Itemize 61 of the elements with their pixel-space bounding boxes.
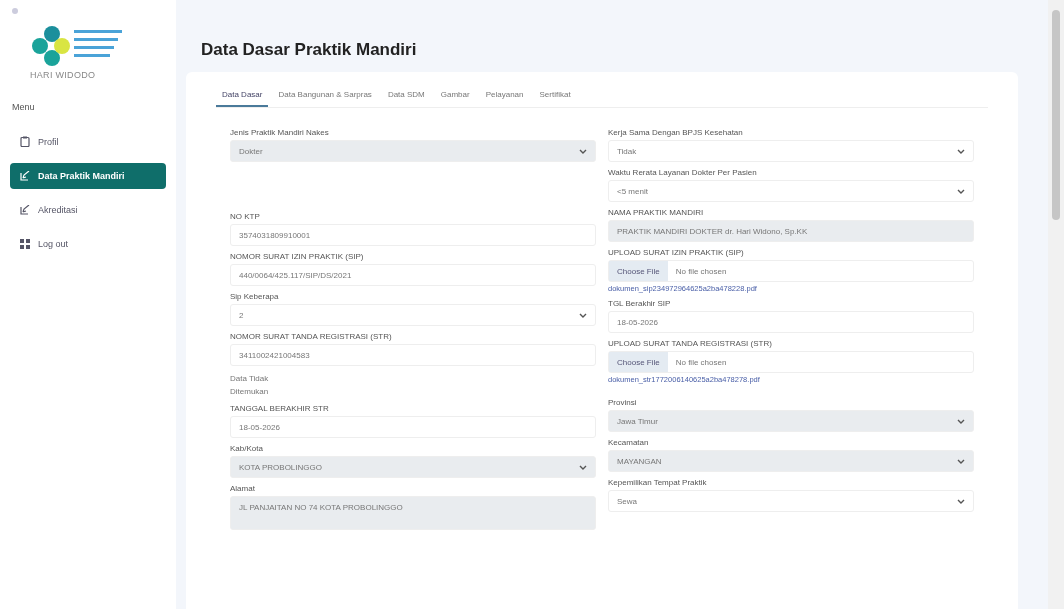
- user-name: HARI WIDODO: [30, 70, 97, 80]
- menu-heading: Menu: [12, 102, 36, 112]
- choose-file-button[interactable]: Choose File: [609, 261, 668, 281]
- field-label: Provinsi: [608, 398, 638, 407]
- field-label: Sip Keberapa: [230, 292, 280, 301]
- field-label: Kepemilikan Tempat Praktik: [608, 478, 708, 487]
- edit-icon: [20, 205, 30, 215]
- chevron-icon: [957, 498, 965, 504]
- select-field[interactable]: Tidak: [608, 140, 974, 162]
- clipboard-icon: [20, 136, 30, 147]
- field-label: Waktu Rerata Layanan Dokter Per Pasien: [608, 168, 758, 177]
- tab[interactable]: Data SDM: [381, 84, 431, 107]
- chevron-icon: [579, 464, 587, 470]
- tab[interactable]: Data Bangunan & Sarpras: [272, 84, 378, 107]
- field-label: UPLOAD SURAT TANDA REGISTRASI (STR): [608, 339, 773, 348]
- input-field[interactable]: 440/0064/425.117/SIP/DS/2021: [230, 264, 596, 286]
- nav-item[interactable]: Profil: [10, 128, 166, 155]
- chevron-icon: [957, 418, 965, 424]
- field-label: TGL Berakhir SIP: [608, 299, 672, 308]
- select-field[interactable]: Sewa: [608, 490, 974, 512]
- page-title: Data Dasar Praktik Mandiri: [201, 40, 418, 60]
- file-field[interactable]: Choose File No file chosen: [608, 351, 974, 373]
- chevron-icon: [579, 312, 587, 318]
- input-field[interactable]: 18-05-2026: [230, 416, 596, 438]
- not-found-text: Ditemukan: [230, 386, 270, 398]
- grid-icon: [20, 239, 30, 249]
- field-label: NAMA PRAKTIK MANDIRI: [608, 208, 705, 217]
- field-label: NOMOR SURAT TANDA REGISTRASI (STR): [230, 332, 393, 341]
- field-label: Kecamatan: [608, 438, 650, 447]
- nav-item[interactable]: Log out: [10, 231, 166, 257]
- chevron-icon: [957, 188, 965, 194]
- field-label: Alamat: [230, 484, 256, 493]
- field-label: Kerja Sama Dengan BPJS Kesehatan: [608, 128, 744, 137]
- field-label: TANGGAL BERAKHIR STR: [230, 404, 330, 413]
- choose-file-button[interactable]: Choose File: [609, 352, 668, 372]
- file-status: No file chosen: [675, 266, 727, 276]
- collapse-icon[interactable]: [12, 8, 18, 14]
- file-status: No file chosen: [675, 357, 727, 367]
- tab[interactable]: Gambar: [434, 84, 476, 107]
- chevron-icon: [957, 458, 965, 464]
- field-label: Jenis Praktik Mandiri Nakes: [230, 128, 330, 137]
- scrollbar[interactable]: [1048, 0, 1064, 609]
- file-field[interactable]: Choose File No file chosen: [608, 260, 974, 282]
- tab[interactable]: Pelayanan: [479, 84, 530, 107]
- nav-item[interactable]: Data Praktik Mandiri: [10, 163, 166, 189]
- edit-icon: [20, 171, 30, 181]
- input-field[interactable]: 18-05-2026: [608, 311, 974, 333]
- field-label: Kab/Kota: [230, 444, 264, 453]
- select-field[interactable]: 2: [230, 304, 596, 326]
- input-field[interactable]: 3411002421004583: [230, 344, 596, 366]
- chevron-icon: [957, 148, 965, 154]
- tab[interactable]: Data Dasar: [216, 84, 269, 107]
- input-field[interactable]: 3574031809910001: [230, 224, 596, 246]
- nav-item[interactable]: Akreditasi: [10, 197, 166, 223]
- select-field[interactable]: <5 menit: [608, 180, 974, 202]
- field-label: NO KTP: [230, 212, 261, 221]
- tab[interactable]: Sertifikat: [533, 84, 577, 107]
- chevron-icon: [579, 148, 587, 154]
- field-label: UPLOAD SURAT IZIN PRAKTIK (SIP): [608, 248, 745, 257]
- not-found-text: Data Tidak: [230, 373, 270, 385]
- field-label: NOMOR SURAT IZIN PRAKTIK (SIP): [230, 252, 365, 261]
